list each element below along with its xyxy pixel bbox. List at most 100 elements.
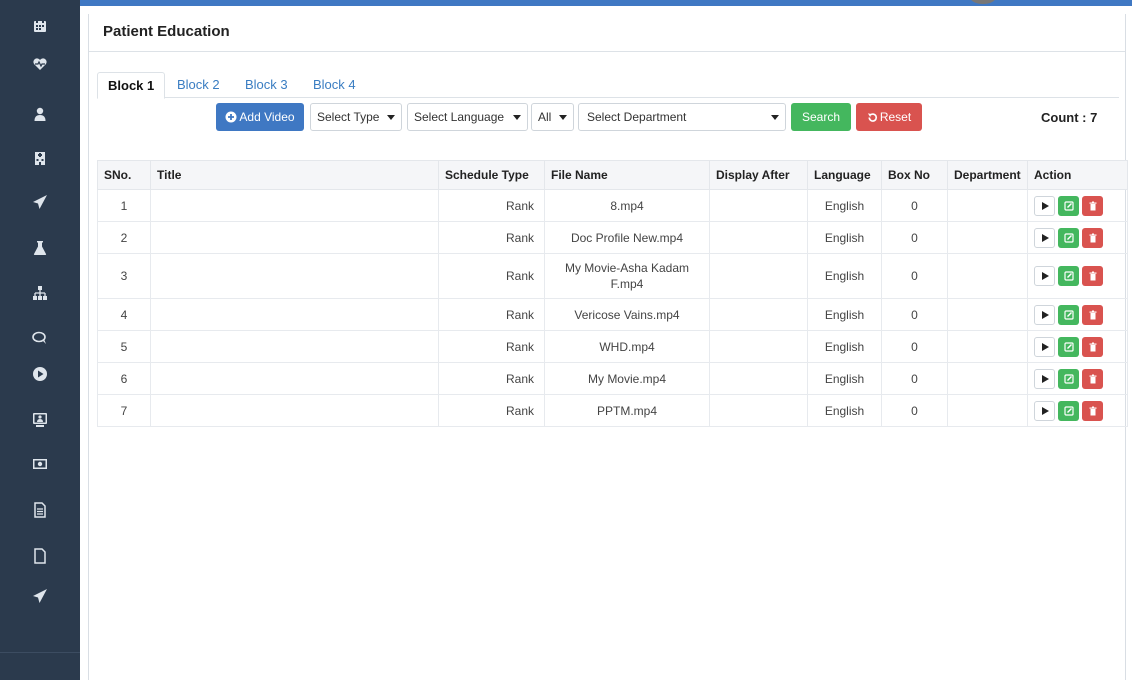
sitemap-icon[interactable] (0, 275, 80, 311)
play-button[interactable] (1034, 195, 1055, 216)
edit-button[interactable] (1058, 266, 1079, 286)
cell-sno: 3 (97, 253, 151, 299)
money-icon[interactable] (0, 446, 80, 482)
play-button[interactable] (1034, 336, 1055, 357)
play-button[interactable] (1034, 368, 1055, 389)
play-circle-icon[interactable] (0, 356, 80, 392)
delete-button[interactable] (1082, 195, 1103, 216)
delete-button[interactable] (1082, 336, 1103, 357)
cell-schedule-type: Rank (438, 330, 545, 363)
cell-language: English (807, 394, 882, 427)
cell-box-no: 0 (881, 189, 948, 222)
trash-icon (1089, 406, 1096, 415)
heartbeat-icon[interactable] (0, 46, 80, 82)
cell-file-name: 8.mp4 (544, 189, 710, 222)
hospital-icon[interactable] (0, 140, 80, 176)
play-button[interactable] (1034, 227, 1055, 248)
edit-icon (1063, 341, 1074, 352)
cell-action (1027, 221, 1128, 254)
edit-icon (1063, 373, 1074, 384)
tab-block-3[interactable]: Block 3 (235, 72, 298, 99)
edit-button[interactable] (1058, 336, 1079, 357)
cell-department (947, 253, 1028, 299)
cell-title (150, 221, 439, 254)
flask-icon[interactable] (0, 230, 80, 266)
delete-button[interactable] (1082, 266, 1103, 286)
add-video-button[interactable]: Add Video (216, 103, 304, 131)
cell-schedule-type: Rank (438, 253, 545, 299)
play-icon (1041, 342, 1049, 351)
reset-label: Reset (879, 110, 912, 124)
cell-sno: 5 (97, 330, 151, 363)
tab-block-2[interactable]: Block 2 (167, 72, 230, 99)
edit-button[interactable] (1058, 368, 1079, 389)
user-icon[interactable] (0, 96, 80, 132)
header-department: Department (947, 160, 1028, 190)
cell-department (947, 394, 1028, 427)
edit-button[interactable] (1058, 304, 1079, 325)
delete-button[interactable] (1082, 227, 1103, 248)
cell-box-no: 0 (881, 221, 948, 254)
main-content: Patient Education Block 1 Block 2 Block … (80, 6, 1132, 680)
header-language: Language (807, 160, 882, 190)
select-all-dropdown[interactable]: All (531, 103, 574, 131)
table-header-row: SNo. Title Schedule Type File Name Displ… (97, 160, 1128, 190)
sidebar (0, 0, 80, 680)
edit-button[interactable] (1058, 400, 1079, 421)
tab-block-4[interactable]: Block 4 (303, 72, 366, 99)
cell-department (947, 362, 1028, 395)
cell-action (1027, 253, 1128, 299)
tab-block-1[interactable]: Block 1 (97, 72, 166, 99)
table-row: 6 Rank My Movie.mp4 English 0 (97, 362, 1128, 395)
play-icon (1041, 406, 1049, 415)
cell-file-name: Vericose Vains.mp4 (544, 298, 710, 331)
chevron-down-icon (559, 115, 567, 120)
play-button[interactable] (1034, 266, 1055, 286)
cell-department (947, 298, 1028, 331)
delete-button[interactable] (1082, 368, 1103, 389)
header-sno: SNo. (97, 160, 151, 190)
edit-button[interactable] (1058, 227, 1079, 248)
user-avatar[interactable] (970, 0, 996, 4)
select-department-value: Select Department (587, 110, 687, 124)
paper-plane-icon[interactable] (0, 184, 80, 220)
delete-button[interactable] (1082, 304, 1103, 325)
cell-schedule-type: Rank (438, 189, 545, 222)
document-icon[interactable] (0, 492, 80, 528)
page-title: Patient Education (89, 14, 1125, 52)
paper-plane-icon[interactable] (0, 578, 80, 614)
cell-file-name: WHD.mp4 (544, 330, 710, 363)
cell-sno: 2 (97, 221, 151, 254)
select-department-dropdown[interactable]: Select Department (578, 103, 786, 131)
table-row: 2 Rank Doc Profile New.mp4 English 0 (97, 221, 1128, 254)
select-type-value: Select Type (317, 110, 380, 124)
cell-sno: 1 (97, 189, 151, 222)
select-type-dropdown[interactable]: Select Type (310, 103, 402, 131)
select-language-dropdown[interactable]: Select Language (407, 103, 528, 131)
play-icon (1041, 374, 1049, 383)
trash-icon (1089, 374, 1096, 383)
sidebar-divider (0, 652, 80, 653)
calendar-icon[interactable] (0, 8, 80, 44)
edit-button[interactable] (1058, 195, 1079, 216)
videos-table: SNo. Title Schedule Type File Name Displ… (97, 160, 1128, 427)
cell-title (150, 189, 439, 222)
cell-schedule-type: Rank (438, 362, 545, 395)
select-language-value: Select Language (414, 110, 505, 124)
cell-file-name: PPTM.mp4 (544, 394, 710, 427)
reset-button[interactable]: Reset (856, 103, 922, 131)
cell-department (947, 330, 1028, 363)
play-button[interactable] (1034, 304, 1055, 325)
file-icon[interactable] (0, 538, 80, 574)
monitor-user-icon[interactable] (0, 402, 80, 438)
table-row: 4 Rank Vericose Vains.mp4 English 0 (97, 298, 1128, 331)
cell-language: English (807, 298, 882, 331)
cell-language: English (807, 253, 882, 299)
delete-button[interactable] (1082, 400, 1103, 421)
search-button[interactable]: Search (791, 103, 851, 131)
chat-icon[interactable] (0, 320, 80, 356)
cell-schedule-type: Rank (438, 298, 545, 331)
cell-box-no: 0 (881, 298, 948, 331)
chevron-down-icon (771, 115, 779, 120)
play-button[interactable] (1034, 400, 1055, 421)
